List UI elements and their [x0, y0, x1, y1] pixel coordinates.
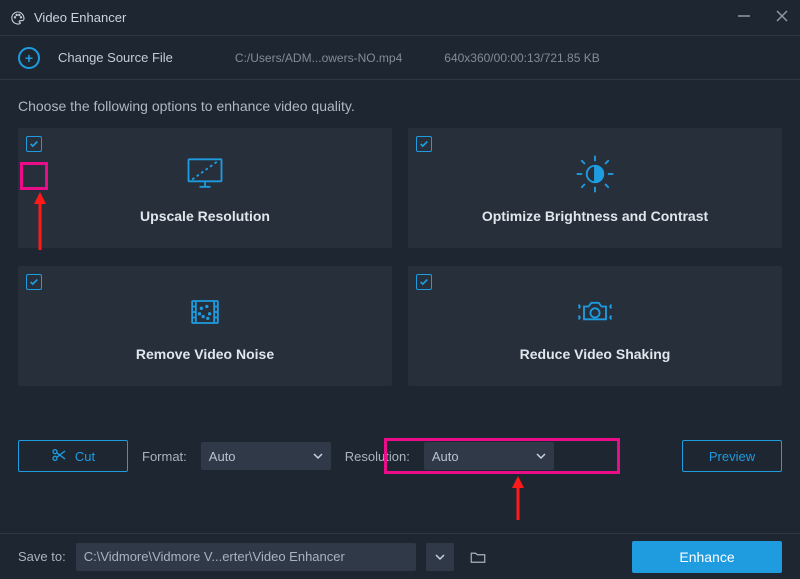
card-title: Optimize Brightness and Contrast: [482, 208, 708, 224]
card-title: Remove Video Noise: [136, 346, 274, 362]
cut-label: Cut: [75, 449, 95, 464]
close-button[interactable]: [774, 9, 790, 26]
preview-label: Preview: [709, 449, 755, 464]
card-remove-noise[interactable]: Remove Video Noise: [18, 266, 392, 386]
save-to-label: Save to:: [18, 549, 66, 564]
camera-shake-icon: [573, 290, 617, 334]
card-upscale-resolution[interactable]: Upscale Resolution: [18, 128, 392, 248]
resolution-label: Resolution:: [345, 449, 410, 464]
checkbox-upscale[interactable]: [26, 136, 42, 152]
card-optimize-brightness[interactable]: Optimize Brightness and Contrast: [408, 128, 782, 248]
window-title: Video Enhancer: [34, 10, 126, 25]
monitor-icon: [183, 152, 227, 196]
save-path-dropdown[interactable]: [426, 543, 454, 571]
instruction-text: Choose the following options to enhance …: [0, 80, 800, 128]
card-reduce-shaking[interactable]: Reduce Video Shaking: [408, 266, 782, 386]
footer: Save to: C:\Vidmore\Vidmore V...erter\Vi…: [0, 533, 800, 579]
brightness-icon: [573, 152, 617, 196]
resolution-select[interactable]: Auto: [424, 442, 554, 470]
scissors-icon: [51, 447, 67, 466]
enhance-button[interactable]: Enhance: [632, 541, 782, 573]
format-select[interactable]: Auto: [201, 442, 331, 470]
save-path-field[interactable]: C:\Vidmore\Vidmore V...erter\Video Enhan…: [76, 543, 416, 571]
cut-button[interactable]: Cut: [18, 440, 128, 472]
card-title: Upscale Resolution: [140, 208, 270, 224]
source-row: + Change Source File C:/Users/ADM...ower…: [0, 36, 800, 80]
add-source-icon[interactable]: +: [18, 47, 40, 69]
save-path-value: C:\Vidmore\Vidmore V...erter\Video Enhan…: [84, 549, 345, 564]
chevron-down-icon: [313, 449, 323, 464]
title-bar: Video Enhancer: [0, 0, 800, 36]
resolution-value: Auto: [432, 449, 459, 464]
options-grid: Upscale Resolution Optimize Brightness a…: [0, 128, 800, 386]
checkbox-shaking[interactable]: [416, 274, 432, 290]
annotation-arrow-up: [510, 476, 526, 522]
open-folder-button[interactable]: [464, 543, 492, 571]
preview-button[interactable]: Preview: [682, 440, 782, 472]
source-meta: 640x360/00:00:13/721.85 KB: [444, 51, 599, 65]
film-noise-icon: [183, 290, 227, 334]
source-path: C:/Users/ADM...owers-NO.mp4: [235, 51, 402, 65]
format-value: Auto: [209, 449, 236, 464]
chevron-down-icon: [536, 449, 546, 464]
controls-row: Cut Format: Auto Resolution: Auto Previe…: [0, 440, 800, 472]
checkbox-noise[interactable]: [26, 274, 42, 290]
minimize-button[interactable]: [736, 9, 752, 26]
change-source-button[interactable]: Change Source File: [58, 50, 173, 65]
enhance-label: Enhance: [679, 549, 734, 565]
card-title: Reduce Video Shaking: [520, 346, 671, 362]
palette-icon: [10, 10, 26, 26]
format-label: Format:: [142, 449, 187, 464]
checkbox-brightness[interactable]: [416, 136, 432, 152]
